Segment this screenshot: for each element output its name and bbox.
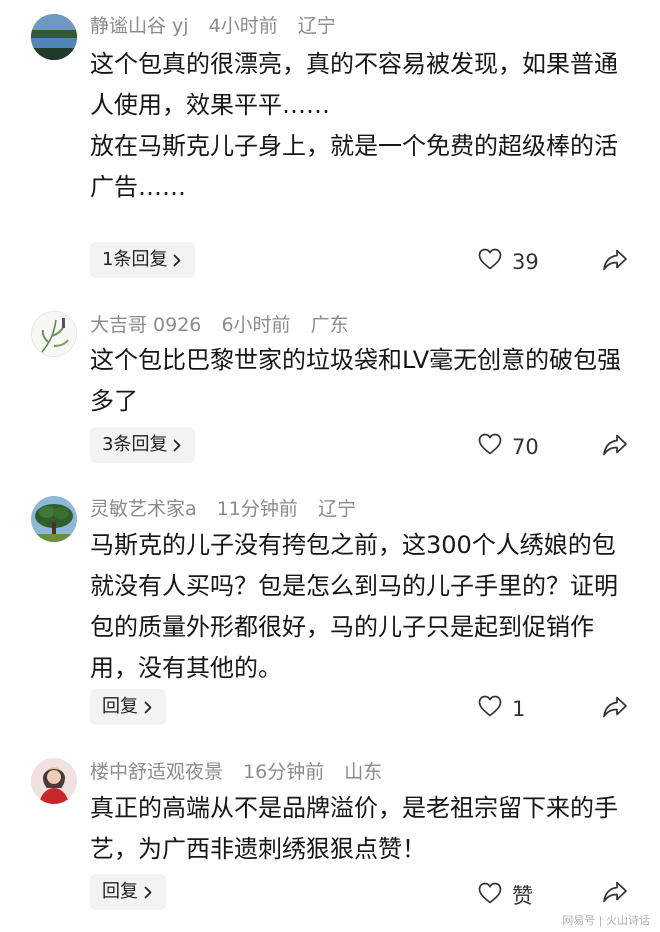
comment-time: 6小时前	[221, 314, 291, 336]
username[interactable]: 楼中舒适观夜景	[90, 761, 223, 783]
comment-location: 辽宁	[317, 498, 356, 520]
comment-list: 静谧山谷 yj 4小时前 辽宁 这个包真的很漂亮，真的不容易被发现，如果普通人使…	[0, 0, 660, 932]
heart-outline-icon	[478, 695, 502, 722]
comment-location: 广东	[310, 314, 349, 336]
avatar[interactable]	[31, 14, 77, 60]
username[interactable]: 静谧山谷 yj	[90, 15, 189, 37]
comment-paragraph: 放在马斯克儿子身上，就是一个免费的超级棒的活广告……	[90, 132, 618, 201]
reply-button[interactable]: 回复	[90, 874, 166, 910]
reply-button[interactable]: 回复	[90, 689, 166, 725]
comment-time: 11分钟前	[216, 498, 298, 520]
comment-meta: 大吉哥 0926 6小时前 广东	[90, 313, 363, 337]
reply-label: 1条回复	[102, 249, 168, 270]
share-arrow-icon	[603, 696, 627, 718]
chevron-right-icon	[173, 439, 181, 452]
comment-time: 4小时前	[208, 15, 278, 37]
chevron-right-icon	[173, 254, 181, 267]
comment-text: 马斯克的儿子没有挎包之前，这300个人绣娘的包就没有人买吗？包是怎么到马的儿子手…	[90, 525, 638, 689]
share-arrow-icon	[603, 881, 627, 903]
comment-meta: 楼中舒适观夜景 16分钟前 山东	[90, 760, 396, 784]
comment-meta: 静谧山谷 yj 4小时前 辽宁	[90, 14, 350, 38]
heart-outline-icon	[478, 248, 502, 275]
share-button[interactable]	[602, 695, 628, 719]
comment-location: 山东	[344, 761, 383, 783]
like-count: 70	[512, 434, 539, 459]
share-arrow-icon	[603, 249, 627, 271]
comment-text: 真正的高端从不是品牌溢价，是老祖宗留下来的手艺，为广西非遗刺绣狠狠点赞！	[90, 788, 638, 870]
comment-meta: 灵敏艺术家a 11分钟前 辽宁	[90, 497, 370, 521]
comment-paragraph: 这个包真的很漂亮，真的不容易被发现，如果普通人使用，效果平平……	[90, 50, 618, 119]
watermark: 网易号 | 火山诗话	[562, 914, 650, 927]
comment-paragraph: 真正的高端从不是品牌溢价，是老祖宗留下来的手艺，为广西非遗刺绣狠狠点赞！	[90, 794, 618, 863]
share-button[interactable]	[602, 248, 628, 272]
share-button[interactable]	[602, 880, 628, 904]
comment-text: 这个包真的很漂亮，真的不容易被发现，如果普通人使用，效果平平…… 放在马斯克儿子…	[90, 44, 638, 208]
like-count: 39	[512, 249, 539, 274]
like-button[interactable]: 1	[478, 695, 525, 722]
like-button[interactable]: 70	[478, 433, 539, 460]
like-button[interactable]: 赞	[478, 880, 533, 910]
share-arrow-icon	[603, 434, 627, 456]
username[interactable]: 大吉哥 0926	[90, 314, 201, 336]
comment-location: 辽宁	[297, 15, 336, 37]
username[interactable]: 灵敏艺术家a	[90, 498, 197, 520]
comment-text: 这个包比巴黎世家的垃圾袋和LV毫无创意的破包强多了	[90, 340, 638, 422]
share-button[interactable]	[602, 433, 628, 457]
reply-label: 回复	[102, 881, 138, 902]
chevron-right-icon	[144, 701, 152, 714]
heart-outline-icon	[478, 882, 502, 909]
view-replies-button[interactable]: 1条回复	[90, 242, 196, 278]
chevron-right-icon	[144, 886, 152, 899]
like-count: 1	[512, 696, 526, 721]
like-label: 赞	[512, 884, 533, 908]
avatar[interactable]	[31, 758, 77, 804]
avatar[interactable]	[31, 311, 77, 357]
comment-paragraph: 这个包比巴黎世家的垃圾袋和LV毫无创意的破包强多了	[90, 346, 622, 415]
heart-outline-icon	[478, 433, 502, 460]
avatar[interactable]	[31, 496, 77, 542]
reply-label: 回复	[102, 696, 138, 717]
reply-label: 3条回复	[102, 434, 168, 455]
comment-time: 16分钟前	[243, 761, 325, 783]
like-button[interactable]: 39	[478, 248, 539, 275]
view-replies-button[interactable]: 3条回复	[90, 427, 196, 463]
comment-paragraph: 马斯克的儿子没有挎包之前，这300个人绣娘的包就没有人买吗？包是怎么到马的儿子手…	[90, 531, 618, 682]
